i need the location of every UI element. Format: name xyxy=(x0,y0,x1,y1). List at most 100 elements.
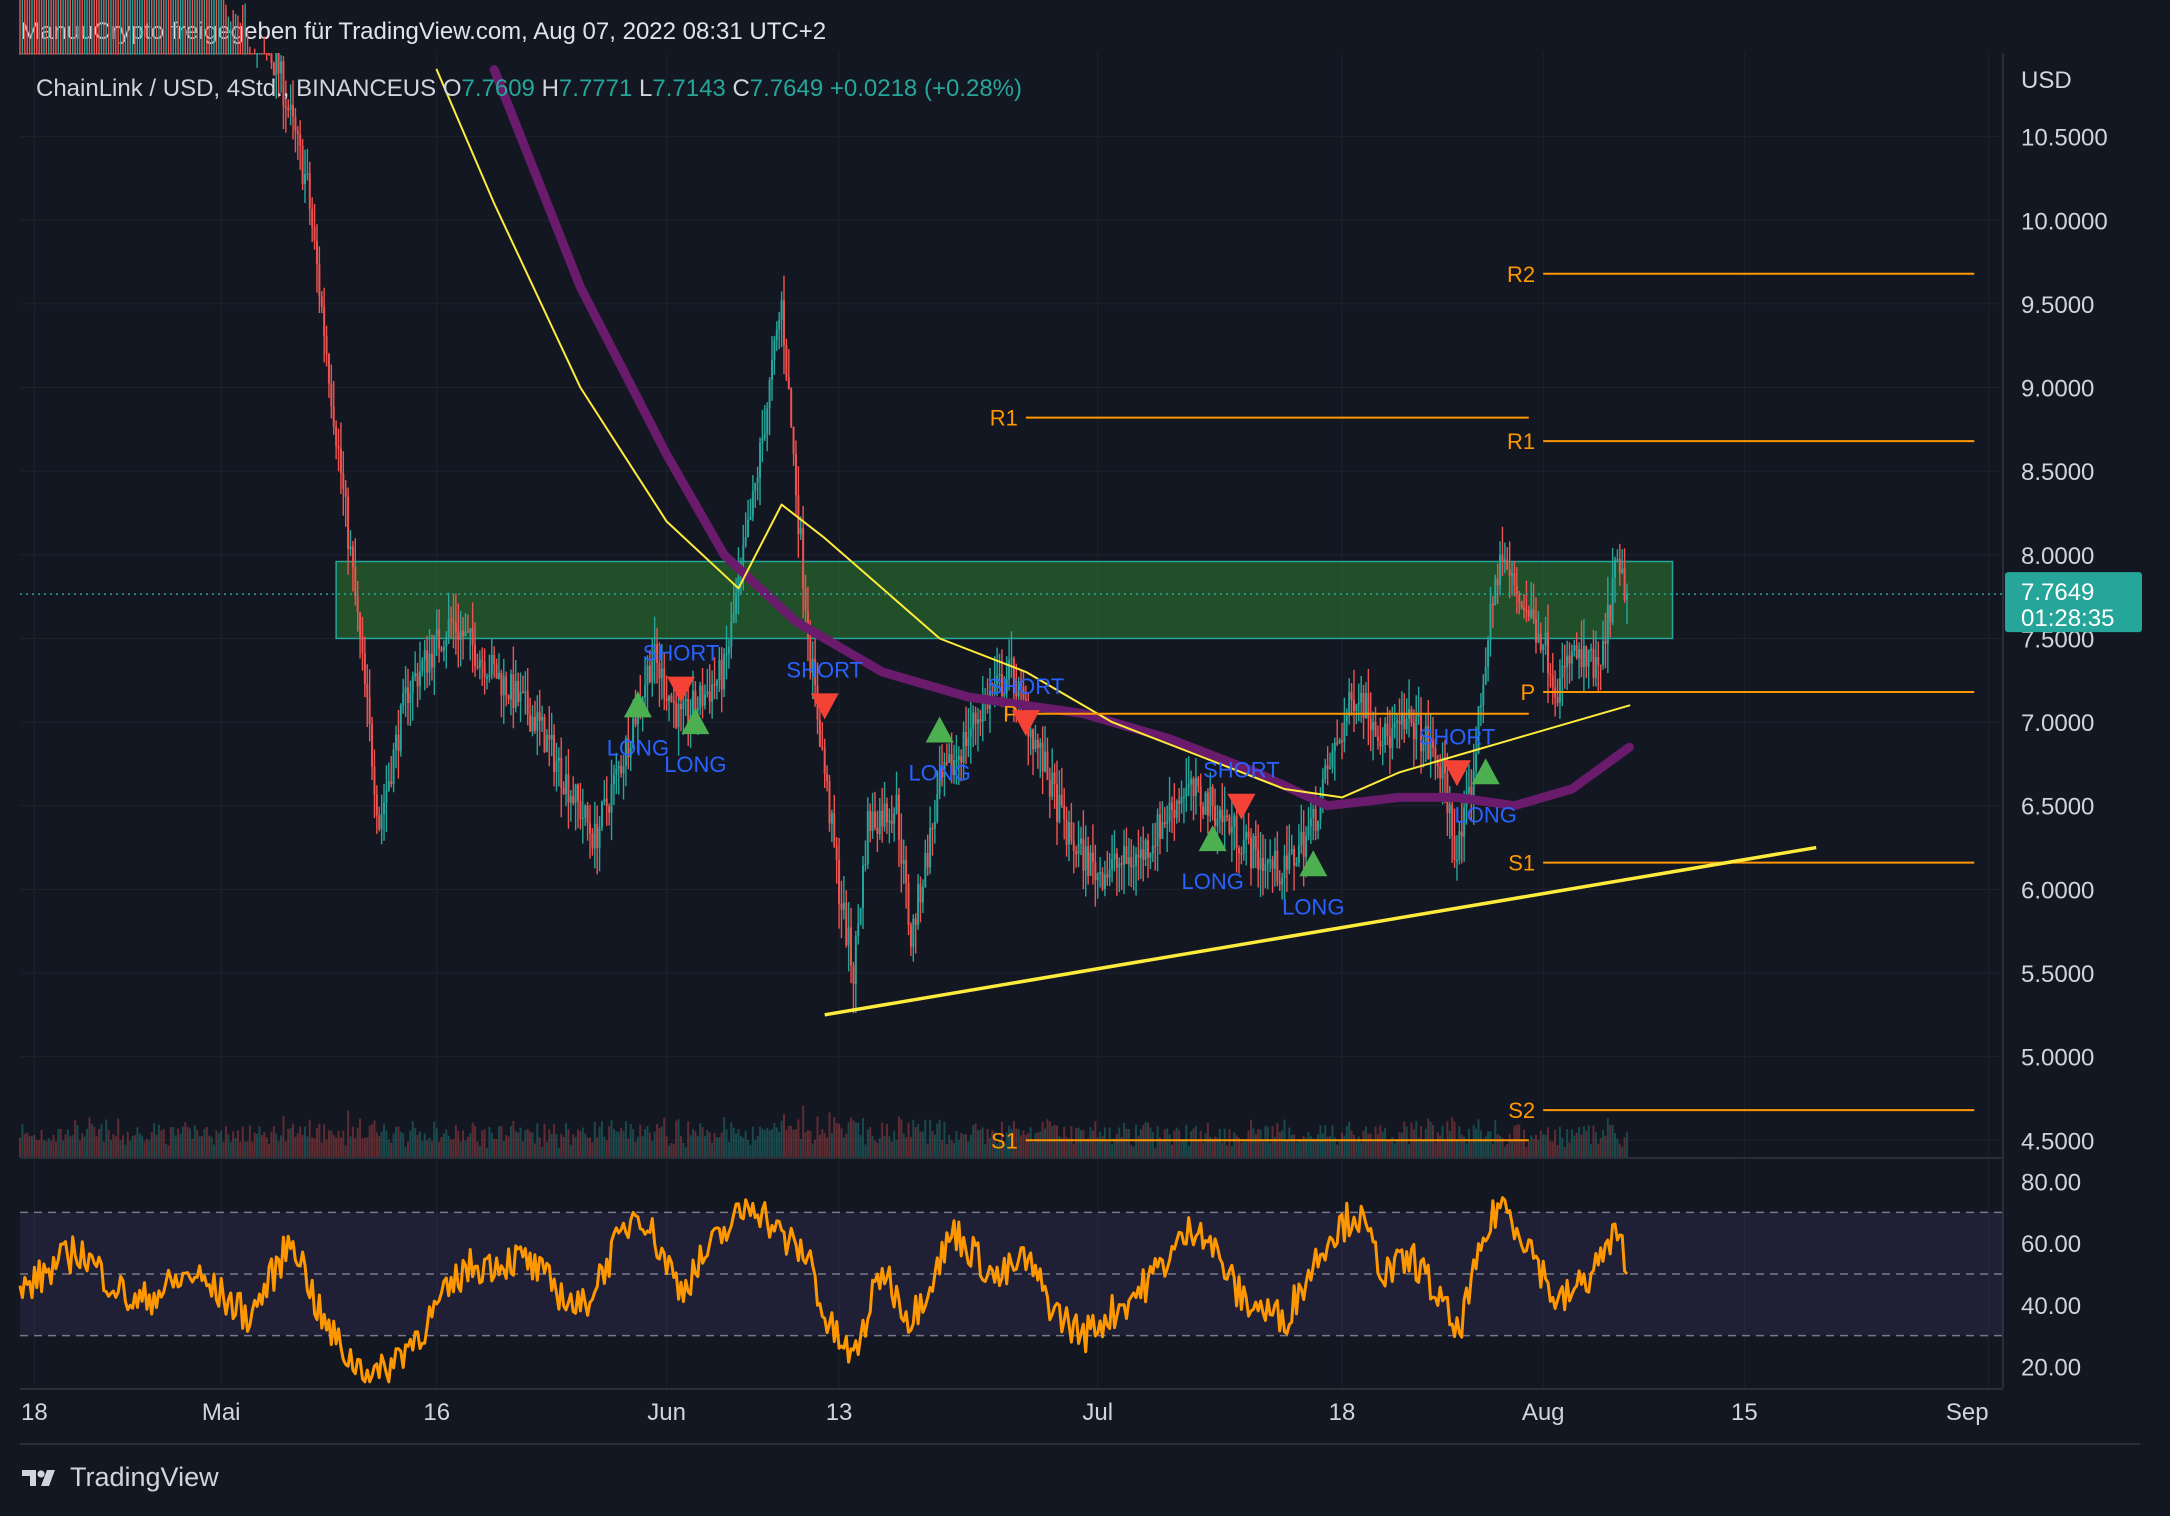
candle-body xyxy=(1410,709,1413,723)
candle-body xyxy=(526,691,529,715)
volume-bar xyxy=(296,1133,299,1157)
brand[interactable]: TradingView xyxy=(20,1462,219,1493)
volume-bar xyxy=(979,1129,982,1157)
high-value: 7.7771 xyxy=(559,75,639,102)
volume-bar xyxy=(957,1139,960,1157)
candle-body xyxy=(1523,607,1526,611)
candle-body xyxy=(1290,848,1293,853)
candle-body xyxy=(711,684,714,702)
volume-bar xyxy=(1563,1147,1566,1157)
candle-body xyxy=(112,53,115,55)
volume-bar xyxy=(256,1133,259,1157)
candle-body xyxy=(1324,765,1327,779)
volume-bar xyxy=(476,1141,479,1157)
candle-body xyxy=(277,53,280,74)
volume-bar xyxy=(323,1124,326,1157)
candle-body xyxy=(962,731,965,763)
volume-bar xyxy=(830,1133,833,1157)
candle-body xyxy=(392,749,395,785)
candle-body xyxy=(440,648,443,651)
candle-body xyxy=(426,650,429,673)
volume-bar xyxy=(1132,1146,1135,1157)
volume-bar xyxy=(1194,1125,1197,1157)
volume-bar xyxy=(720,1132,723,1157)
volume-bar xyxy=(562,1137,565,1157)
volume-bar xyxy=(121,1135,124,1157)
candle-body xyxy=(1329,767,1332,770)
candle-body xyxy=(771,359,774,380)
candle-body xyxy=(663,668,666,698)
candle-body xyxy=(708,691,711,702)
volume-bar xyxy=(1240,1142,1243,1157)
pivot-label: S1 xyxy=(991,1128,1018,1153)
candle-body xyxy=(1594,657,1597,678)
volume-bar xyxy=(1345,1125,1348,1157)
candle-body xyxy=(263,53,266,55)
support-resistance-zone[interactable] xyxy=(335,560,1674,640)
candle-body xyxy=(864,864,867,866)
volume-bar xyxy=(114,1136,117,1157)
candle-body xyxy=(1091,852,1094,862)
volume-bar xyxy=(1369,1133,1372,1157)
candle-body xyxy=(1156,814,1159,847)
volume-bar xyxy=(857,1122,860,1157)
candle-body xyxy=(1223,815,1226,823)
candle-body xyxy=(315,240,318,265)
volume-bar xyxy=(787,1125,790,1157)
volume-bar xyxy=(385,1130,388,1157)
volume-bar xyxy=(1590,1144,1593,1157)
volume-bar xyxy=(1020,1135,1023,1157)
volume-bar xyxy=(663,1117,666,1157)
candle-body xyxy=(1479,705,1482,707)
volume-bar xyxy=(895,1139,898,1157)
candle-body xyxy=(1197,778,1200,787)
symbol-name: ChainLink / USD, 4Std., BINANCEUS xyxy=(36,75,443,102)
candle-body xyxy=(1302,832,1305,857)
candle-body xyxy=(974,712,977,724)
candle-body xyxy=(1307,826,1310,836)
volume-bar xyxy=(52,1134,55,1157)
rsi-panel xyxy=(18,1196,2003,1384)
volume-bar xyxy=(1271,1125,1274,1157)
candle-body xyxy=(957,756,960,761)
volume-bar xyxy=(1319,1125,1322,1157)
candle-body xyxy=(1228,816,1231,833)
candle-body xyxy=(28,53,31,55)
candle-body xyxy=(1484,666,1487,685)
candle-body xyxy=(244,53,247,55)
volume-bar xyxy=(775,1127,778,1157)
volume-bar xyxy=(502,1140,505,1157)
volume-bar xyxy=(1079,1130,1082,1157)
close-label: C xyxy=(732,75,749,102)
volume-bar xyxy=(239,1142,242,1157)
volume-bar xyxy=(478,1146,481,1157)
volume-bar xyxy=(145,1138,148,1157)
volume-bar xyxy=(1249,1119,1252,1157)
volume-bar xyxy=(95,1136,98,1157)
volume-bar xyxy=(560,1133,563,1157)
candle-body xyxy=(1305,835,1308,857)
candle-body xyxy=(54,53,57,55)
volume-bar xyxy=(1300,1139,1303,1157)
candle-body xyxy=(414,673,417,677)
volume-bar xyxy=(1443,1141,1446,1157)
candle-body xyxy=(1070,822,1073,842)
candle-body xyxy=(371,724,374,767)
volume-bar xyxy=(1362,1130,1365,1157)
price-chart[interactable]: R1PS1R2R1PS1S2 LONGSHORTLONGSHORTLONGSHO… xyxy=(0,0,2170,1452)
candle-body xyxy=(1542,645,1545,650)
candle-body xyxy=(680,704,682,710)
volume-bar xyxy=(514,1130,517,1157)
volume-bar xyxy=(88,1117,91,1157)
volume-bar xyxy=(689,1135,692,1157)
volume-bar xyxy=(1386,1139,1389,1157)
candle-body xyxy=(677,704,680,728)
volume-bar xyxy=(162,1128,165,1157)
candle-body xyxy=(778,320,781,330)
time-axis[interactable]: 18 Mai 16 Jun 13 Jul 18 Aug 15 Sep xyxy=(20,1399,2140,1445)
candle-body xyxy=(189,53,192,55)
candle-body xyxy=(902,860,905,864)
volume-bar xyxy=(148,1140,151,1157)
volume-bar xyxy=(457,1130,460,1157)
volume-bar xyxy=(1580,1134,1583,1157)
